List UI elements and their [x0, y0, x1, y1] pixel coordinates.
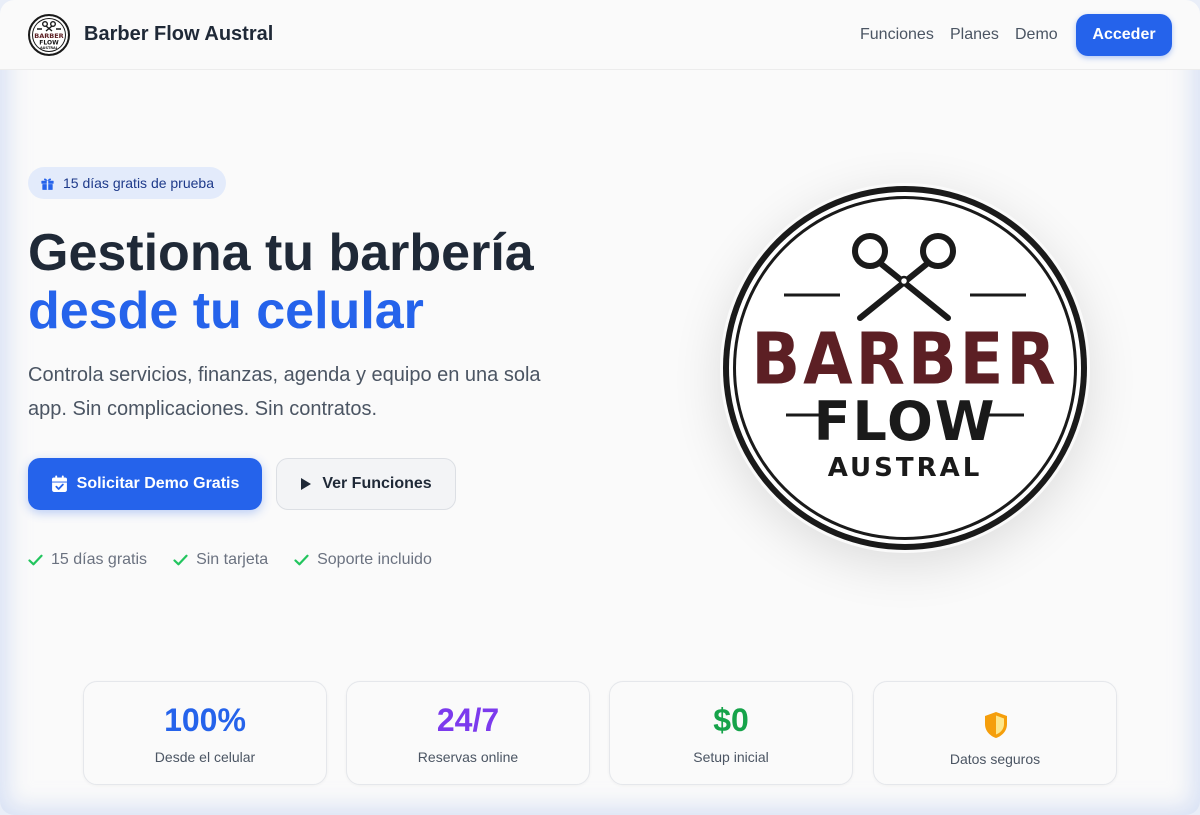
check-icon — [173, 554, 188, 566]
top-navbar: BARBER FLOW AUSTRAL Barber Flow Austral … — [0, 0, 1200, 70]
stat-card: Datos seguros — [873, 681, 1117, 785]
svg-text:AUSTRAL: AUSTRAL — [40, 46, 59, 50]
play-icon — [301, 478, 312, 490]
benefit-label: Soporte incluido — [317, 551, 432, 568]
stat-label: Desde el celular — [154, 749, 256, 765]
stat-value: 24/7 — [436, 702, 500, 738]
hero-subtitle: Controla servicios, finanzas, agenda y e… — [28, 364, 541, 420]
benefit-label: Sin tarjeta — [196, 551, 269, 568]
page: BARBER FLOW AUSTRAL Barber Flow Austral … — [0, 0, 1200, 815]
brand-name[interactable]: Barber Flow Austral — [84, 23, 273, 46]
stat-label: Datos seguros — [949, 751, 1041, 767]
request-demo-label: Solicitar Demo Gratis — [76, 475, 240, 492]
stat-label: Setup inicial — [693, 749, 769, 765]
brand-logo[interactable]: BARBER FLOW AUSTRAL — [28, 14, 70, 56]
stat-card: 24/7 Reservas online — [346, 681, 590, 785]
nav-funciones[interactable]: Funciones — [860, 26, 934, 44]
logo-text-austral: AUSTRAL — [828, 453, 983, 483]
trial-badge: 15 días gratis de prueba — [28, 167, 226, 199]
benefit-item: 15 días gratis — [28, 551, 147, 569]
calendar-check-icon — [51, 475, 67, 492]
view-features-button[interactable]: Ver Funciones — [276, 458, 456, 510]
nav-planes[interactable]: Planes — [950, 26, 999, 44]
nav-demo[interactable]: Demo — [1015, 26, 1058, 44]
check-icon — [28, 554, 43, 566]
logo-text-barber: BARBER — [751, 318, 1058, 401]
gift-icon — [41, 177, 54, 190]
hero-title-line2: desde tu celular — [28, 282, 424, 340]
logo-text-flow: FLOW — [814, 390, 997, 453]
request-demo-button[interactable]: Solicitar Demo Gratis — [28, 458, 262, 510]
hero-title-line1: Gestiona tu barbería — [28, 224, 534, 282]
benefit-item: Sin tarjeta — [173, 551, 268, 569]
check-icon — [294, 554, 309, 566]
benefit-label: 15 días gratis — [51, 551, 148, 568]
trial-badge-label: 15 días gratis de prueba — [63, 175, 214, 191]
benefit-list: 15 días gratis Sin tarjeta Soporte inclu… — [28, 548, 458, 572]
stat-card: 100% Desde el celular — [83, 681, 327, 785]
stat-value: 100% — [164, 702, 246, 738]
benefit-item: Soporte incluido — [294, 551, 432, 569]
login-button[interactable]: Acceder — [1076, 14, 1172, 56]
stat-label: Reservas online — [417, 749, 519, 765]
stat-card: $0 Setup inicial — [609, 681, 853, 785]
shield-icon — [985, 712, 1007, 738]
stat-value: $0 — [713, 702, 749, 738]
view-features-label: Ver Funciones — [322, 475, 432, 492]
hero-logo: BARBER FLOW AUSTRAL — [720, 183, 1090, 553]
